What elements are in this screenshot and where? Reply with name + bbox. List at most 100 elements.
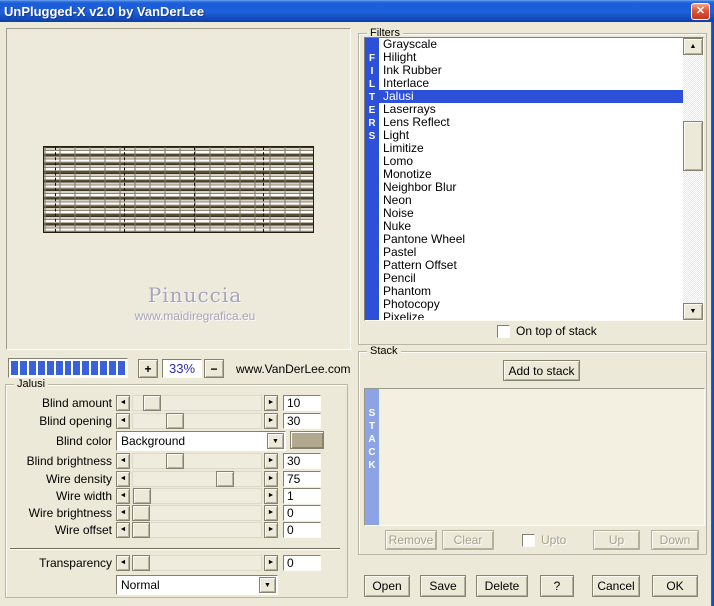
filter-item-pattern-offset[interactable]: Pattern Offset bbox=[379, 259, 683, 272]
wire-brightness-value[interactable]: 0 bbox=[283, 505, 321, 521]
wire-width-value[interactable]: 1 bbox=[283, 488, 321, 504]
blind-opening-label: Blind opening bbox=[39, 414, 112, 428]
wire-brightness-track[interactable] bbox=[132, 505, 262, 521]
filters-list[interactable]: Grayscale Hilight Ink Rubber Interlace Jalus… bbox=[379, 38, 683, 320]
wire-brightness-right-arrow[interactable]: ► bbox=[264, 505, 278, 521]
wire-width-row: Wire width ◄ ► 1 bbox=[0, 488, 352, 504]
scroll-down-icon[interactable]: ▼ bbox=[683, 303, 703, 320]
progress-segment bbox=[11, 361, 18, 375]
blind-opening-value[interactable]: 30 bbox=[283, 413, 321, 429]
wire-width-left-arrow[interactable]: ◄ bbox=[116, 488, 130, 504]
cancel-button[interactable]: Cancel bbox=[592, 575, 640, 597]
blind-opening-thumb[interactable] bbox=[166, 413, 184, 429]
chevron-down-icon[interactable]: ▼ bbox=[259, 577, 276, 593]
add-to-stack-button[interactable]: Add to stack bbox=[503, 360, 580, 381]
help-button[interactable]: ? bbox=[540, 575, 574, 597]
wire-offset-right-arrow[interactable]: ► bbox=[264, 522, 278, 538]
transparency-value[interactable]: 0 bbox=[283, 555, 321, 571]
down-button[interactable]: Down bbox=[651, 530, 699, 550]
blend-mode-dropdown[interactable]: Normal ▼ bbox=[116, 575, 278, 595]
blind-opening-left-arrow[interactable]: ◄ bbox=[116, 413, 130, 429]
wire-density-track[interactable] bbox=[132, 471, 262, 487]
wire-brightness-label: Wire brightness bbox=[28, 506, 112, 520]
blind-opening-row: Blind opening ◄ ► 30 bbox=[0, 413, 352, 429]
wire-offset-row: Wire offset ◄ ► 0 bbox=[0, 522, 352, 538]
blind-brightness-value[interactable]: 30 bbox=[283, 453, 321, 469]
filter-item-limitize[interactable]: Limitize bbox=[379, 142, 683, 155]
transparency-right-arrow[interactable]: ► bbox=[264, 555, 278, 571]
zoom-out-button[interactable]: − bbox=[204, 359, 224, 378]
watermark: Pinuccia www.maidiregrafica.eu bbox=[95, 283, 295, 323]
filter-item-neon[interactable]: Neon bbox=[379, 194, 683, 207]
scroll-up-icon[interactable]: ▲ bbox=[683, 38, 703, 55]
wire-density-right-arrow[interactable]: ► bbox=[264, 471, 278, 487]
blind-amount-track[interactable] bbox=[132, 395, 262, 411]
clear-button[interactable]: Clear bbox=[442, 530, 494, 550]
progress-segment bbox=[28, 361, 36, 375]
delete-button[interactable]: Delete bbox=[476, 575, 528, 597]
remove-button[interactable]: Remove bbox=[385, 530, 437, 550]
filter-item-pixelize[interactable]: Pixelize bbox=[379, 311, 683, 321]
filter-item-photocopy[interactable]: Photocopy bbox=[379, 298, 683, 311]
transparency-track[interactable] bbox=[132, 555, 262, 571]
wire-brightness-left-arrow[interactable]: ◄ bbox=[116, 505, 130, 521]
wire-density-left-arrow[interactable]: ◄ bbox=[116, 471, 130, 487]
blind-brightness-track[interactable] bbox=[132, 453, 262, 469]
progress-segment bbox=[118, 361, 125, 375]
jalusi-group-label: Jalusi bbox=[14, 378, 49, 390]
wire-density-thumb[interactable] bbox=[216, 471, 234, 487]
filter-item-noise[interactable]: Noise bbox=[379, 207, 683, 220]
progress-segment bbox=[109, 361, 117, 375]
blind-color-swatch[interactable] bbox=[290, 431, 324, 449]
blind-amount-right-arrow[interactable]: ► bbox=[264, 395, 278, 411]
wire-offset-track[interactable] bbox=[132, 522, 262, 538]
progress-segment bbox=[64, 361, 72, 375]
on-top-of-stack-label: On top of stack bbox=[516, 324, 597, 338]
blind-opening-right-arrow[interactable]: ► bbox=[264, 413, 278, 429]
wire-width-right-arrow[interactable]: ► bbox=[264, 488, 278, 504]
filter-item-pantone-wheel[interactable]: Pantone Wheel bbox=[379, 233, 683, 246]
ok-button[interactable]: OK bbox=[652, 575, 698, 597]
filter-item-light[interactable]: Light bbox=[379, 129, 683, 142]
wire-brightness-row: Wire brightness ◄ ► 0 bbox=[0, 505, 352, 521]
jalusi-divider bbox=[10, 548, 340, 550]
up-button[interactable]: Up bbox=[593, 530, 640, 550]
on-top-of-stack-checkbox[interactable] bbox=[497, 324, 510, 338]
wire-offset-thumb[interactable] bbox=[132, 522, 150, 538]
blind-amount-value[interactable]: 10 bbox=[283, 395, 321, 411]
zoom-in-button[interactable]: + bbox=[138, 359, 158, 378]
progress-segment bbox=[82, 361, 90, 375]
blind-amount-left-arrow[interactable]: ◄ bbox=[116, 395, 130, 411]
filter-item-neighbor-blur[interactable]: Neighbor Blur bbox=[379, 181, 683, 194]
transparency-left-arrow[interactable]: ◄ bbox=[116, 555, 130, 571]
close-button[interactable]: ✕ bbox=[691, 2, 710, 20]
wire-offset-value[interactable]: 0 bbox=[283, 522, 321, 538]
filters-scrollbar-thumb[interactable] bbox=[683, 121, 703, 171]
blind-amount-thumb[interactable] bbox=[143, 395, 161, 411]
open-button[interactable]: Open bbox=[364, 575, 410, 597]
filter-item-grayscale[interactable]: Grayscale bbox=[379, 38, 683, 51]
blind-color-row: Blind color Background ▼ bbox=[0, 431, 352, 451]
filter-item-interlace[interactable]: Interlace bbox=[379, 77, 683, 90]
filters-scrollbar[interactable]: ▲ ▼ bbox=[683, 38, 703, 320]
chevron-down-icon[interactable]: ▼ bbox=[267, 433, 284, 449]
wire-width-thumb[interactable] bbox=[133, 488, 151, 504]
blind-color-dropdown[interactable]: Background ▼ bbox=[116, 431, 286, 451]
blind-brightness-right-arrow[interactable]: ► bbox=[264, 453, 278, 469]
blinds-column-line bbox=[55, 147, 56, 232]
wire-density-value[interactable]: 75 bbox=[283, 471, 321, 487]
filter-item-lens-reflect[interactable]: Lens Reflect bbox=[379, 116, 683, 129]
blind-brightness-label: Blind brightness bbox=[26, 454, 112, 468]
wire-brightness-thumb[interactable] bbox=[132, 505, 150, 521]
preview-panel[interactable]: Pinuccia www.maidiregrafica.eu bbox=[6, 28, 351, 350]
blind-brightness-thumb[interactable] bbox=[166, 453, 184, 469]
wire-width-track[interactable] bbox=[132, 488, 262, 504]
wire-offset-left-arrow[interactable]: ◄ bbox=[116, 522, 130, 538]
blind-opening-track[interactable] bbox=[132, 413, 262, 429]
blind-brightness-row: Blind brightness ◄ ► 30 bbox=[0, 453, 352, 469]
blind-brightness-left-arrow[interactable]: ◄ bbox=[116, 453, 130, 469]
stack-list[interactable] bbox=[379, 389, 704, 525]
upto-checkbox[interactable] bbox=[522, 533, 535, 547]
save-button[interactable]: Save bbox=[420, 575, 466, 597]
transparency-thumb[interactable] bbox=[132, 555, 150, 571]
